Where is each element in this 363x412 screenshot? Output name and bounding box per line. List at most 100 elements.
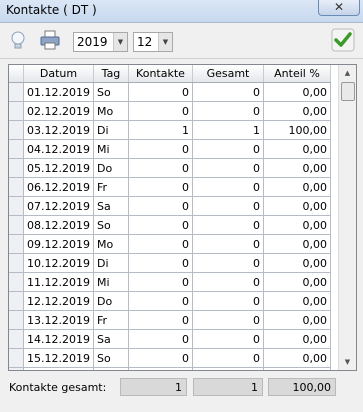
cell-tag[interactable]: Do: [93, 158, 129, 178]
cell-gesamt[interactable]: 0: [192, 215, 264, 235]
cell-gesamt[interactable]: 0: [192, 234, 264, 254]
cell-kontakte[interactable]: 0: [128, 139, 193, 159]
table-row[interactable]: 15.12.2019 So 0 0 0,00: [9, 348, 331, 368]
cell-anteil[interactable]: 0,00: [263, 101, 331, 121]
cell-tag[interactable]: Mi: [93, 139, 129, 159]
cell-tag[interactable]: Mo: [93, 101, 129, 121]
row-selector[interactable]: [9, 139, 24, 159]
cell-gesamt[interactable]: 0: [192, 329, 264, 349]
cell-kontakte[interactable]: 0: [128, 234, 193, 254]
cell-tag[interactable]: So: [93, 348, 129, 368]
table-row[interactable]: 13.12.2019 Fr 0 0 0,00: [9, 310, 331, 330]
cell-kontakte[interactable]: 0: [128, 215, 193, 235]
cell-datum[interactable]: 09.12.2019: [23, 234, 94, 254]
cell-anteil[interactable]: 0,00: [263, 348, 331, 368]
table-row[interactable]: 02.12.2019 Mo 0 0 0,00: [9, 101, 331, 121]
cell-kontakte[interactable]: 0: [128, 196, 193, 216]
col-tag[interactable]: Tag: [93, 65, 129, 83]
row-selector[interactable]: [9, 177, 24, 197]
cell-anteil[interactable]: 0,00: [263, 272, 331, 292]
row-selector[interactable]: [9, 253, 24, 273]
cell-datum[interactable]: 16.12.2019: [23, 367, 94, 370]
cell-datum[interactable]: 13.12.2019: [23, 310, 94, 330]
scroll-up-icon[interactable]: ▲: [339, 65, 356, 81]
cell-kontakte[interactable]: 0: [128, 310, 193, 330]
cell-datum[interactable]: 11.12.2019: [23, 272, 94, 292]
cell-gesamt[interactable]: 0: [192, 101, 264, 121]
row-selector[interactable]: [9, 348, 24, 368]
cell-anteil[interactable]: 0,00: [263, 367, 331, 370]
cell-datum[interactable]: 12.12.2019: [23, 291, 94, 311]
scroll-thumb[interactable]: [341, 82, 355, 101]
cell-kontakte[interactable]: 0: [128, 101, 193, 121]
cell-tag[interactable]: So: [93, 82, 129, 102]
table-row[interactable]: 08.12.2019 So 0 0 0,00: [9, 215, 331, 235]
cell-tag[interactable]: Fr: [93, 177, 129, 197]
month-select[interactable]: 12 ▼: [133, 32, 173, 52]
cell-anteil[interactable]: 0,00: [263, 82, 331, 102]
table-row[interactable]: 14.12.2019 Sa 0 0 0,00: [9, 329, 331, 349]
cell-tag[interactable]: Mo: [93, 234, 129, 254]
cell-anteil[interactable]: 0,00: [263, 234, 331, 254]
col-datum[interactable]: Datum: [23, 65, 94, 83]
table-row[interactable]: 11.12.2019 Mi 0 0 0,00: [9, 272, 331, 292]
table-row[interactable]: 09.12.2019 Mo 0 0 0,00: [9, 234, 331, 254]
cell-gesamt[interactable]: 0: [192, 196, 264, 216]
scroll-down-icon[interactable]: ▼: [339, 354, 356, 370]
cell-kontakte[interactable]: 0: [128, 82, 193, 102]
table-row[interactable]: 16.12.2019Mo000,00: [9, 367, 331, 370]
cell-datum[interactable]: 05.12.2019: [23, 158, 94, 178]
cell-anteil[interactable]: 0,00: [263, 177, 331, 197]
cell-gesamt[interactable]: 0: [192, 177, 264, 197]
cell-anteil[interactable]: 0,00: [263, 291, 331, 311]
cell-tag[interactable]: Sa: [93, 196, 129, 216]
contacts-grid[interactable]: Datum Tag Kontakte Gesamt Anteil % 01.12…: [8, 64, 357, 371]
cell-kontakte[interactable]: 0: [128, 253, 193, 273]
cell-kontakte[interactable]: 0: [128, 329, 193, 349]
col-gesamt[interactable]: Gesamt: [192, 65, 264, 83]
table-row[interactable]: 05.12.2019 Do 0 0 0,00: [9, 158, 331, 178]
close-button[interactable]: ✕: [318, 0, 360, 16]
cell-datum[interactable]: 02.12.2019: [23, 101, 94, 121]
cell-tag[interactable]: Do: [93, 291, 129, 311]
table-row[interactable]: 01.12.2019 So 0 0 0,00: [9, 82, 331, 102]
cell-tag[interactable]: So: [93, 215, 129, 235]
cell-gesamt[interactable]: 0: [192, 367, 264, 370]
col-anteil[interactable]: Anteil %: [263, 65, 331, 83]
cell-datum[interactable]: 01.12.2019: [23, 82, 94, 102]
cell-gesamt[interactable]: 0: [192, 272, 264, 292]
cell-gesamt[interactable]: 0: [192, 253, 264, 273]
row-selector[interactable]: [9, 101, 24, 121]
cell-datum[interactable]: 06.12.2019: [23, 177, 94, 197]
row-selector[interactable]: [9, 367, 24, 370]
cell-datum[interactable]: 14.12.2019: [23, 329, 94, 349]
cell-gesamt[interactable]: 0: [192, 348, 264, 368]
year-select[interactable]: 2019 ▼: [73, 32, 128, 52]
row-selector[interactable]: [9, 120, 24, 140]
cell-kontakte[interactable]: 0: [128, 348, 193, 368]
row-selector[interactable]: [9, 82, 24, 102]
cell-datum[interactable]: 07.12.2019: [23, 196, 94, 216]
cell-anteil[interactable]: 0,00: [263, 158, 331, 178]
confirm-button[interactable]: [331, 28, 355, 52]
lightbulb-button[interactable]: [6, 28, 30, 52]
cell-anteil[interactable]: 0,00: [263, 253, 331, 273]
cell-gesamt[interactable]: 1: [192, 120, 264, 140]
cell-datum[interactable]: 10.12.2019: [23, 253, 94, 273]
cell-gesamt[interactable]: 0: [192, 82, 264, 102]
table-row[interactable]: 10.12.2019 Di 0 0 0,00: [9, 253, 331, 273]
cell-anteil[interactable]: 0,00: [263, 196, 331, 216]
cell-kontakte[interactable]: 0: [128, 291, 193, 311]
row-selector[interactable]: [9, 329, 24, 349]
row-selector[interactable]: [9, 310, 24, 330]
cell-tag[interactable]: Mo: [93, 367, 129, 370]
cell-tag[interactable]: Sa: [93, 329, 129, 349]
table-row[interactable]: 04.12.2019 Mi 0 0 0,00: [9, 139, 331, 159]
cell-tag[interactable]: Di: [93, 253, 129, 273]
row-selector[interactable]: [9, 158, 24, 178]
table-row[interactable]: 03.12.2019 Di 1 1 100,00: [9, 120, 331, 140]
cell-anteil[interactable]: 0,00: [263, 215, 331, 235]
cell-gesamt[interactable]: 0: [192, 158, 264, 178]
cell-kontakte[interactable]: 0: [128, 177, 193, 197]
table-row[interactable]: 07.12.2019 Sa 0 0 0,00: [9, 196, 331, 216]
